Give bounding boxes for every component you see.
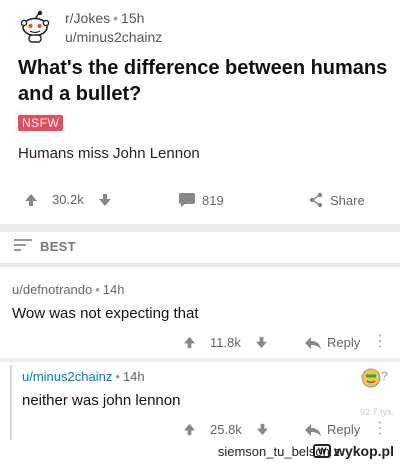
subreddit-line: r/Jokes • 15h	[65, 10, 144, 26]
comment-author[interactable]: u/defnotrando	[12, 282, 92, 297]
comment-vote-group: 25.8k	[183, 422, 269, 437]
more-options-icon[interactable]: ⋮	[372, 421, 388, 437]
reply-label: Reply	[327, 422, 361, 437]
comment-time: 14h	[122, 369, 145, 384]
upvote-arrow-icon[interactable]	[24, 193, 38, 207]
comment-meta: u/minus2chainz • 14h	[22, 369, 180, 384]
comment-score: 11.8k	[210, 335, 241, 350]
share-button[interactable]: Share	[308, 192, 365, 208]
comment-score: 25.8k	[210, 422, 242, 437]
comment-reply: u/minus2chainz • 14h neither was john lenn…	[22, 369, 180, 409]
view-count-watermark: 92.7 tys.	[360, 407, 395, 417]
post-upvote-count: 30.2k	[52, 192, 84, 207]
nsfw-badge: NSFW	[18, 115, 64, 131]
more-options-icon[interactable]: ⋮	[372, 334, 388, 350]
comment-vote-group: 11.8k	[183, 335, 268, 350]
comment-time: 14h	[102, 282, 125, 297]
wykop-logo[interactable]: W wykop.pl	[313, 443, 394, 459]
share-label: Share	[330, 192, 365, 208]
post-author[interactable]: u/minus2chainz	[65, 29, 162, 45]
sort-label: BEST	[40, 239, 76, 254]
section-divider	[0, 224, 400, 232]
sort-selector[interactable]: BEST	[14, 238, 76, 255]
svg-text:?: ?	[381, 369, 388, 383]
post-body: Humans miss John Lennon	[18, 145, 200, 162]
wykop-site-label: wykop.pl	[334, 443, 394, 459]
comment-actions: 25.8k Reply ⋮	[0, 418, 400, 442]
post-header: r/Jokes • 15h u/minus2chainz	[10, 6, 390, 46]
vote-group: 30.2k	[24, 192, 112, 207]
separator-dot: •	[95, 282, 100, 297]
comment: u/defnotrando • 14h Wow was not expecting …	[12, 282, 199, 322]
subreddit-name[interactable]: r/Jokes	[65, 10, 110, 26]
comment-text: Wow was not expecting that	[12, 305, 199, 322]
upvote-arrow-icon[interactable]	[183, 423, 196, 436]
separator-dot: •	[113, 10, 119, 26]
downvote-arrow-icon[interactable]	[256, 423, 269, 436]
separator-dot: •	[115, 369, 120, 384]
share-icon	[308, 192, 324, 208]
reply-button[interactable]: Reply	[305, 335, 360, 350]
comment-count: 819	[202, 192, 224, 208]
downvote-arrow-icon[interactable]	[98, 193, 112, 207]
wykop-w-icon: W	[313, 444, 332, 458]
comment-meta: u/defnotrando • 14h	[12, 282, 199, 297]
reply-label: Reply	[327, 335, 361, 350]
section-divider	[0, 358, 400, 362]
comment-text: neither was john lennon	[22, 392, 181, 409]
upvote-arrow-icon[interactable]	[183, 336, 196, 349]
section-divider	[0, 263, 400, 267]
post-time: 15h	[121, 10, 145, 26]
reddit-alien-avatar-icon[interactable]	[18, 10, 52, 44]
comment-author[interactable]: u/minus2chainz	[22, 369, 112, 384]
sort-lines-icon	[14, 238, 32, 255]
reply-arrow-icon	[305, 423, 321, 436]
comments-button[interactable]: 819	[178, 192, 224, 208]
downvote-arrow-icon[interactable]	[255, 336, 268, 349]
comment-actions: 11.8k Reply ⋮	[0, 331, 400, 355]
post-title: What's the difference between humans and…	[18, 57, 388, 105]
source-footer: siemson_tu_belson z W wykop.pl	[0, 440, 400, 464]
reply-button[interactable]: Reply	[305, 422, 360, 437]
post-actions-bar: 30.2k 819 Share	[0, 186, 400, 216]
reply-arrow-icon	[305, 336, 321, 349]
award-smiley-icon: ?	[360, 366, 390, 395]
comment-bubble-icon	[178, 192, 196, 208]
